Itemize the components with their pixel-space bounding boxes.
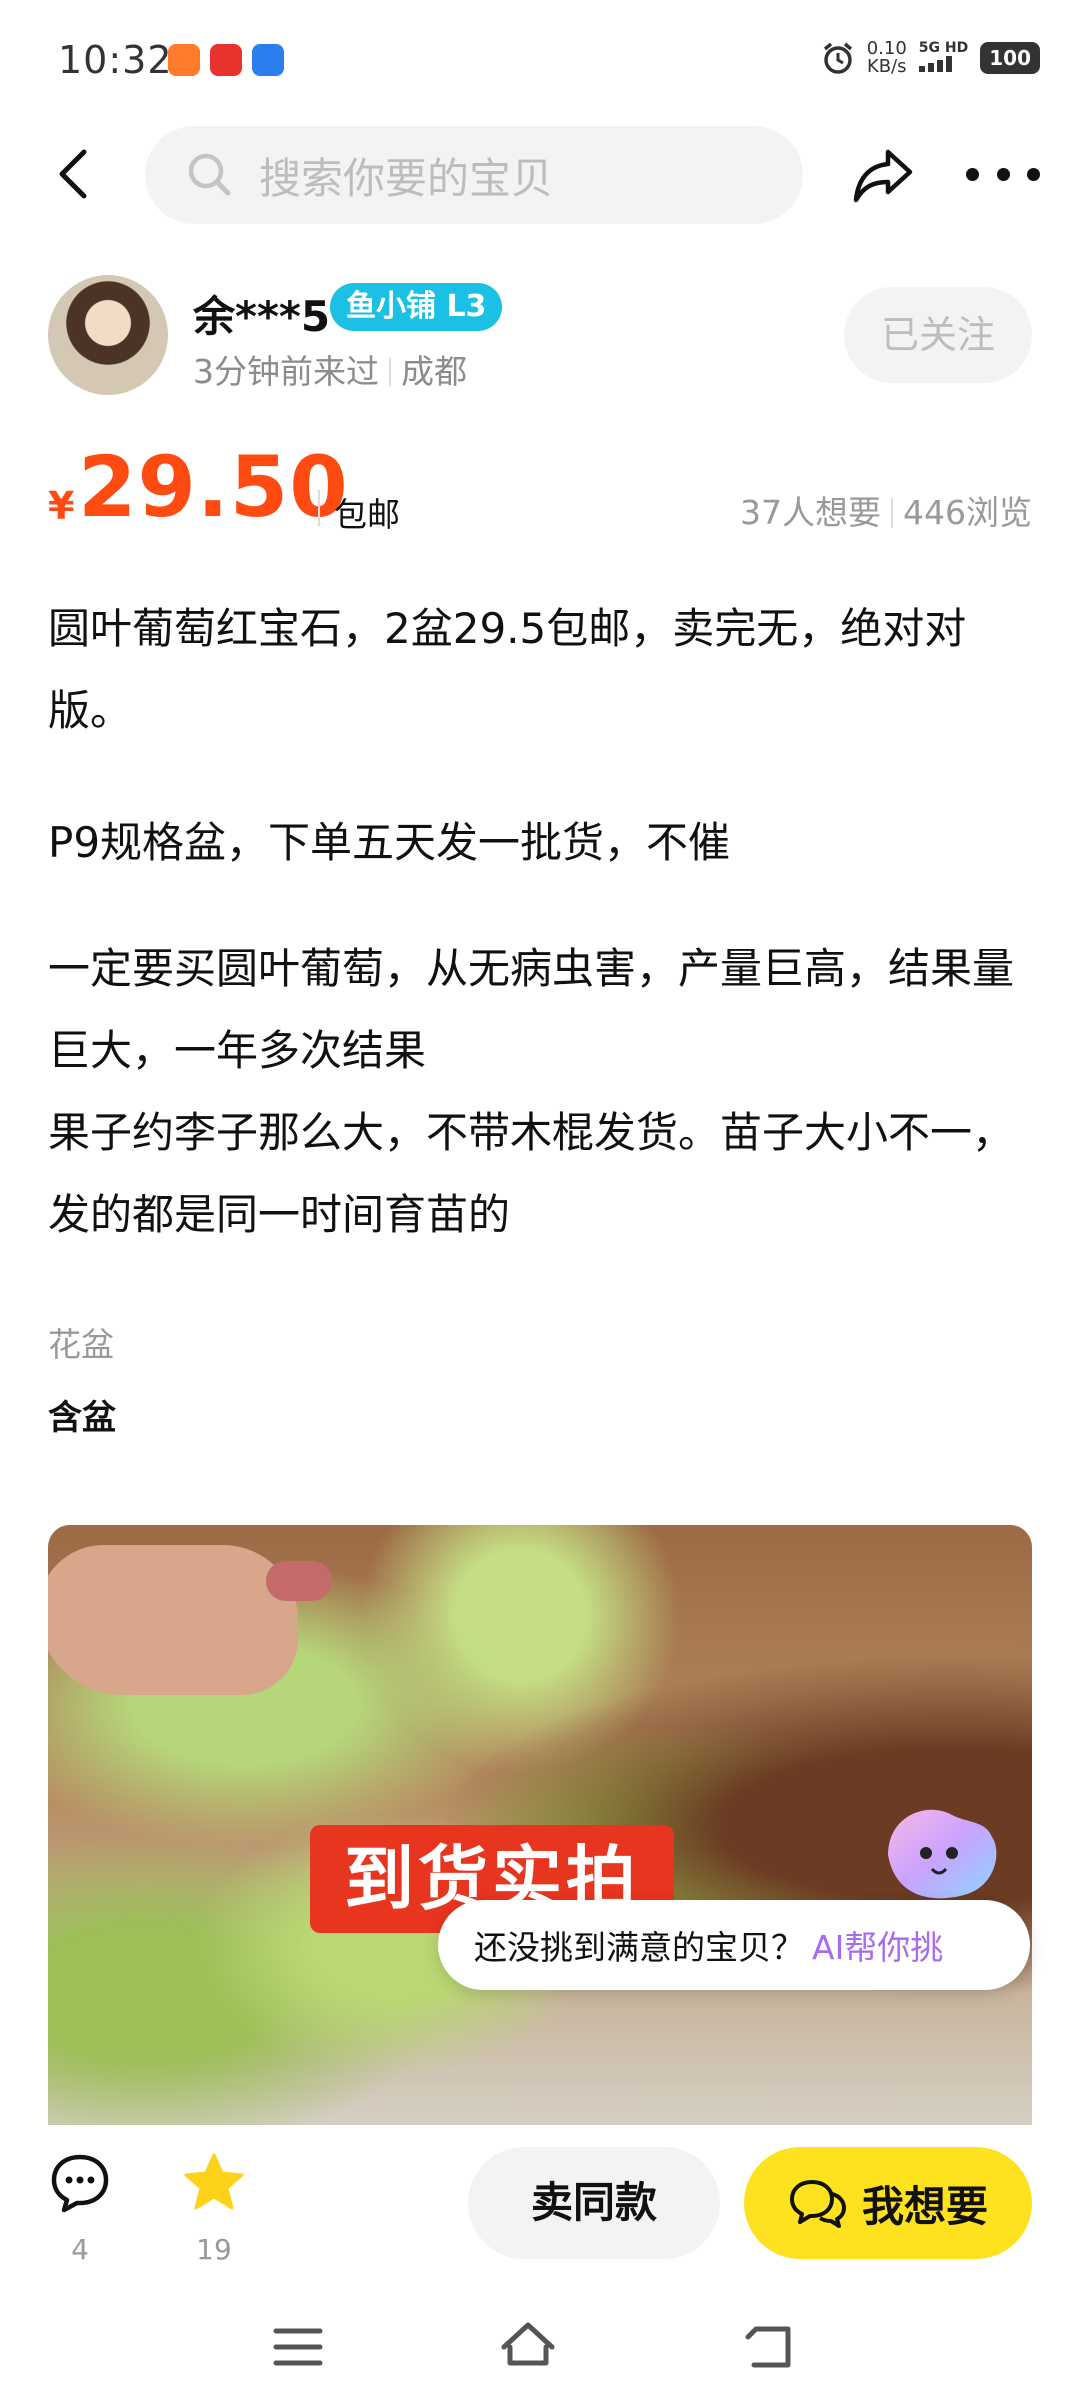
attribute-label: 花盆	[48, 1325, 114, 1364]
search-bar[interactable]: 搜索你要的宝贝	[145, 126, 803, 224]
star-icon	[184, 2153, 244, 2210]
comment-count: 4	[71, 2233, 89, 2266]
more-dot	[996, 168, 1010, 181]
more-dot	[1027, 168, 1040, 181]
sell-same-button[interactable]: 卖同款	[468, 2147, 720, 2259]
more-icon[interactable]	[966, 168, 1040, 184]
follow-button[interactable]: 已关注	[844, 287, 1032, 383]
currency-symbol: ¥	[48, 484, 75, 528]
description-paragraph: P9规格盆，下单五天发一批货，不催	[48, 818, 731, 867]
app-notification-icon	[210, 44, 242, 76]
net-speed: 0.10 KB/s	[867, 40, 907, 76]
last-seen: 3分钟前来过	[193, 352, 379, 391]
want-count: 37人想要	[740, 493, 881, 532]
home-icon[interactable]	[498, 2317, 558, 2377]
status-bar: 10:32 0.10 KB/s 5G HD 100	[0, 0, 1080, 120]
divider	[318, 490, 320, 526]
price-amount: 29.50	[78, 438, 349, 536]
net-speed-unit: KB/s	[866, 56, 907, 77]
want-button[interactable]: 我想要	[744, 2147, 1032, 2259]
signal-icon	[918, 56, 952, 72]
battery-icon: 100	[980, 42, 1040, 74]
item-description: 圆叶葡萄红宝石，2盆29.5包邮，卖完无，绝对对版。 P9规格盆，下单五天发一批…	[48, 588, 1032, 1306]
ai-recommend-link[interactable]: AI帮你挑	[812, 1921, 943, 1969]
bottom-action-bar: 4 19 卖同款 我想要	[0, 2125, 1080, 2295]
ai-prompt-text: 还没挑到满意的宝贝？	[474, 1928, 804, 1967]
favorite-count: 19	[196, 2233, 232, 2266]
ai-recommend-bubble[interactable]: 还没挑到满意的宝贝？ AI帮你挑	[438, 1900, 1030, 1990]
notification-icons	[168, 44, 284, 76]
favorite-button[interactable]: 19	[174, 2151, 254, 2266]
network-indicator: 5G HD	[918, 40, 969, 76]
divider	[891, 498, 893, 528]
item-stats: 37人想要 446浏览	[740, 486, 1032, 534]
alarm-icon	[823, 42, 852, 74]
nail-image	[266, 1561, 332, 1601]
network-type: 5G HD	[918, 40, 969, 56]
comment-button[interactable]: 4	[40, 2151, 120, 2266]
comment-icon	[51, 2154, 109, 2213]
menu-icon[interactable]	[268, 2317, 328, 2377]
back-icon[interactable]	[46, 144, 106, 204]
system-nav-bar	[0, 2295, 1080, 2408]
attribute-value: 含盆	[48, 1398, 116, 1438]
ai-mascot-icon[interactable]	[868, 1795, 1008, 1905]
divider	[389, 357, 391, 387]
seller-meta: 3分钟前来过 成都	[193, 345, 467, 393]
share-icon[interactable]	[850, 142, 916, 208]
status-time: 10:32	[58, 38, 173, 82]
description-line: 一定要买圆叶葡萄，从无病虫害，产量巨高，结果量巨大，一年多次结果	[48, 944, 1015, 1075]
description-paragraph: 圆叶葡萄红宝石，2盆29.5包邮，卖完无，绝对对版。	[48, 604, 967, 735]
seller-avatar[interactable]	[48, 275, 168, 395]
seller-info: 余***5 鱼小铺 L3 3分钟前来过 成都 已关注	[48, 275, 1032, 400]
want-label: 我想要	[861, 2181, 988, 2231]
top-header: 搜索你要的宝贝	[0, 120, 1080, 230]
shop-level-badge[interactable]: 鱼小铺 L3	[330, 283, 503, 331]
chat-icon	[789, 2180, 846, 2228]
description-line: 果子约李子那么大，不带木棍发货。苗子大小不一，发的都是同一时间育苗的	[48, 1108, 1015, 1239]
search-icon	[188, 153, 231, 196]
hand-image	[48, 1545, 298, 1695]
status-indicators: 0.10 KB/s 5G HD 100	[821, 40, 1040, 76]
price-row: ¥ 29.50 包邮 37人想要 446浏览	[48, 438, 1032, 540]
search-placeholder: 搜索你要的宝贝	[259, 153, 554, 203]
description-paragraph: 一定要买圆叶葡萄，从无病虫害，产量巨高，结果量巨大，一年多次结果 果子约李子那么…	[48, 928, 1032, 1256]
seller-location: 成都	[401, 352, 467, 391]
more-dot	[966, 168, 979, 181]
back-nav-icon[interactable]	[736, 2317, 796, 2377]
app-notification-icon	[252, 44, 284, 76]
shipping-label: 包邮	[334, 495, 400, 534]
view-count: 446浏览	[903, 493, 1032, 532]
app-notification-icon	[168, 44, 200, 76]
seller-name[interactable]: 余***5	[193, 283, 330, 344]
